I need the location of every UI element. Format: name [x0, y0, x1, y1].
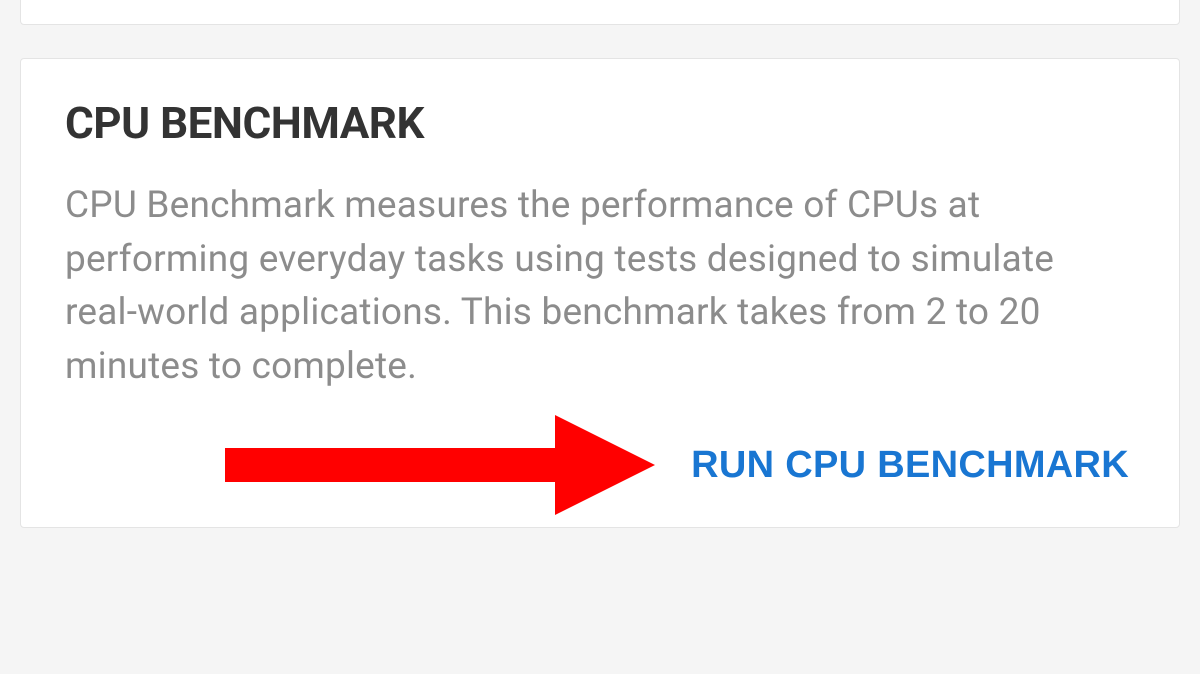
previous-card-fragment — [20, 0, 1180, 25]
card-title: CPU BENCHMARK — [65, 97, 1135, 149]
arrow-right-icon — [225, 410, 655, 520]
cpu-benchmark-card: CPU BENCHMARK CPU Benchmark measures the… — [20, 58, 1180, 528]
card-description: CPU Benchmark measures the performance o… — [65, 179, 1135, 394]
card-action-row: RUN CPU BENCHMARK — [65, 434, 1135, 497]
run-cpu-benchmark-button[interactable]: RUN CPU BENCHMARK — [685, 434, 1135, 497]
